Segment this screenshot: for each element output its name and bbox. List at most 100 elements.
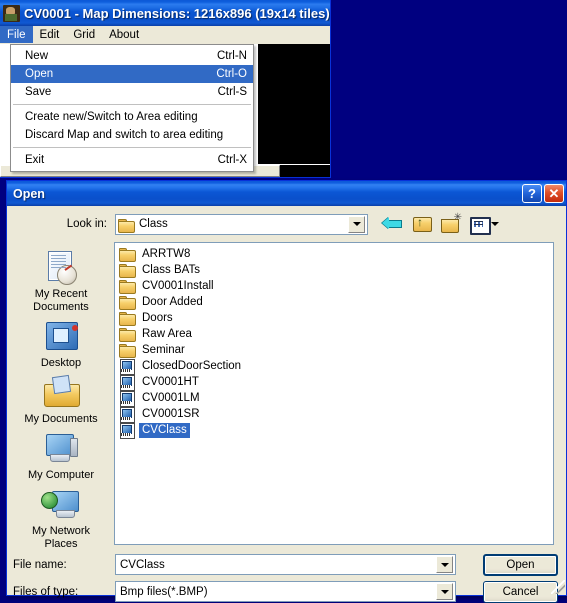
- cancel-button-label: Cancel: [503, 586, 539, 598]
- chevron-down-icon[interactable]: [436, 583, 453, 600]
- place-my-computer-label: My Computer: [28, 469, 94, 482]
- list-item-selected[interactable]: CVClass: [119, 422, 190, 438]
- menu-item-save-label: Save: [25, 86, 204, 98]
- app-menubar: File Edit Grid About: [0, 26, 330, 44]
- chevron-down-icon[interactable]: [436, 556, 453, 573]
- menu-item-discard-map-switch-area[interactable]: Discard Map and switch to area editing: [11, 126, 253, 144]
- cancel-button[interactable]: Cancel: [483, 581, 558, 603]
- menu-item-create-new-switch-area[interactable]: Create new/Switch to Area editing: [11, 108, 253, 126]
- app-sprite-icon: [3, 5, 20, 22]
- list-item[interactable]: CV0001LM: [119, 390, 203, 406]
- up-folder-icon[interactable]: [411, 214, 433, 234]
- menu-item-create-new-switch-area-label: Create new/Switch to Area editing: [25, 111, 247, 123]
- list-item-label: CV0001SR: [139, 407, 203, 422]
- menu-edit-label: Edit: [40, 29, 60, 41]
- menu-item-open-label: Open: [25, 68, 202, 80]
- app-titlebar[interactable]: CV0001 - Map Dimensions: 1216x896 (19x14…: [0, 0, 330, 26]
- files-of-type-select[interactable]: Bmp files(*.BMP): [115, 581, 456, 602]
- open-button[interactable]: Open: [483, 554, 558, 576]
- my-documents-icon: [41, 374, 81, 412]
- document-page-icon: [52, 375, 71, 394]
- place-desktop-label: Desktop: [41, 357, 81, 370]
- menu-item-save[interactable]: Save Ctrl-S: [11, 83, 253, 101]
- look-in-combo[interactable]: Class: [115, 214, 368, 235]
- menu-item-open-accel: Ctrl-O: [202, 68, 247, 80]
- list-item[interactable]: CV0001Install: [119, 278, 217, 294]
- file-name-label: File name:: [7, 559, 115, 571]
- menu-item-save-accel: Ctrl-S: [204, 86, 247, 98]
- folder-icon: [119, 263, 135, 277]
- my-network-places-icon: [41, 486, 81, 524]
- app-title-text: CV0001 - Map Dimensions: 1216x896 (19x14…: [24, 6, 330, 21]
- folder-icon: [119, 343, 135, 357]
- list-item-label: Door Added: [139, 295, 206, 310]
- bitmap-file-icon: [119, 423, 135, 437]
- file-name-value: CVClass: [120, 559, 436, 571]
- file-name-input[interactable]: CVClass: [115, 554, 456, 575]
- recent-documents-icon: [41, 249, 81, 287]
- computer-tower-icon: [70, 438, 78, 457]
- place-my-recent-documents[interactable]: My RecentDocuments: [13, 248, 109, 315]
- menu-item-exit[interactable]: Exit Ctrl-X: [11, 151, 253, 169]
- look-in-value: Class: [139, 218, 168, 230]
- back-icon[interactable]: [382, 214, 404, 234]
- help-icon[interactable]: ?: [522, 184, 542, 203]
- menu-file[interactable]: File: [0, 26, 33, 43]
- new-folder-icon[interactable]: [440, 214, 462, 234]
- list-item[interactable]: Door Added: [119, 294, 206, 310]
- list-item[interactable]: Doors: [119, 310, 176, 326]
- menu-edit[interactable]: Edit: [33, 26, 67, 43]
- views-icon[interactable]: [469, 214, 499, 234]
- look-in-row: Look in: Class: [7, 212, 566, 236]
- list-item[interactable]: Raw Area: [119, 326, 195, 342]
- menu-item-exit-label: Exit: [25, 154, 204, 166]
- list-item-label: CV0001HT: [139, 375, 202, 390]
- resize-grip[interactable]: [551, 580, 565, 594]
- scrollbar-track[interactable]: [280, 165, 330, 177]
- close-icon[interactable]: ✕: [544, 184, 564, 203]
- place-my-documents[interactable]: My Documents: [13, 373, 109, 427]
- menu-about-label: About: [109, 29, 139, 41]
- menu-about[interactable]: About: [102, 26, 146, 43]
- folder-icon: [119, 247, 135, 261]
- menu-grid[interactable]: Grid: [66, 26, 102, 43]
- chevron-down-icon[interactable]: [348, 216, 365, 233]
- list-item[interactable]: Seminar: [119, 342, 188, 358]
- bitmap-file-icon: [119, 391, 135, 405]
- folder-icon: [119, 295, 135, 309]
- place-my-computer[interactable]: My Computer: [13, 429, 109, 483]
- places-bar: My RecentDocuments Desktop My Documents: [11, 242, 111, 545]
- menu-item-exit-accel: Ctrl-X: [204, 154, 247, 166]
- list-item[interactable]: CV0001SR: [119, 406, 203, 422]
- menu-item-new[interactable]: New Ctrl-N: [11, 47, 253, 65]
- my-computer-icon: [41, 430, 81, 468]
- list-item-label: CV0001Install: [139, 279, 217, 294]
- list-item-label: Seminar: [139, 343, 188, 358]
- list-item[interactable]: Class BATs: [119, 262, 203, 278]
- list-item[interactable]: CV0001HT: [119, 374, 202, 390]
- look-in-label: Look in:: [7, 218, 115, 230]
- desktop-badge-icon: [72, 325, 78, 331]
- menu-item-new-accel: Ctrl-N: [203, 50, 247, 62]
- list-item-label: ARRTW8: [139, 247, 193, 262]
- folder-icon: [118, 218, 134, 231]
- place-desktop[interactable]: Desktop: [13, 317, 109, 371]
- dialog-titlebar[interactable]: Open ? ✕: [7, 181, 566, 206]
- menu-item-open[interactable]: Open Ctrl-O: [11, 65, 253, 83]
- bitmap-file-icon-label: [121, 385, 131, 388]
- list-item[interactable]: ARRTW8: [119, 246, 193, 262]
- dialog-title-text: Open: [13, 187, 520, 201]
- list-item-label: ClosedDoorSection: [139, 359, 244, 374]
- open-file-dialog: Open ? ✕ Look in: Class: [6, 180, 567, 596]
- folder-icon: [119, 327, 135, 341]
- list-item-label: Doors: [139, 311, 176, 326]
- file-list[interactable]: ARRTW8 Class BATs CV0001Install Door Add…: [114, 242, 554, 545]
- globe-icon: [41, 492, 58, 509]
- bitmap-file-icon-label: [121, 433, 131, 436]
- file-dropdown-menu: New Ctrl-N Open Ctrl-O Save Ctrl-S Creat…: [10, 44, 254, 172]
- chevron-down-icon[interactable]: [491, 222, 499, 226]
- list-item-label: Raw Area: [139, 327, 195, 342]
- place-my-network-places[interactable]: My NetworkPlaces: [13, 485, 109, 552]
- list-item[interactable]: ClosedDoorSection: [119, 358, 244, 374]
- dialog-toolbar: [382, 214, 499, 234]
